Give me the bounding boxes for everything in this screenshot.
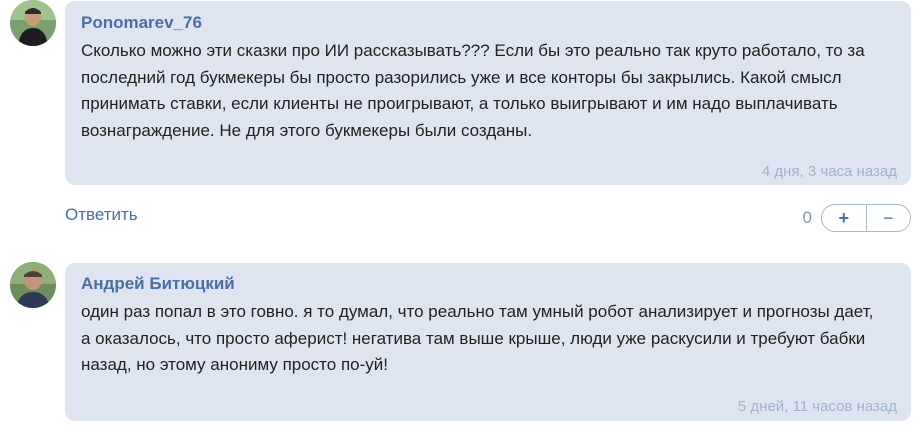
- downvote-button[interactable]: −: [867, 205, 911, 231]
- avatar[interactable]: [10, 262, 56, 308]
- comment-author[interactable]: Андрей Битюцкий: [81, 274, 235, 294]
- comment-text: Сколько можно эти сказки про ИИ рассказы…: [81, 38, 897, 144]
- comment-timestamp: 4 дня, 3 часа назад: [761, 163, 897, 180]
- comment-bubble: Андрей Битюцкий один раз попал в это гов…: [65, 263, 911, 421]
- comment-line: Сколько можно эти сказки про ИИ рассказы…: [81, 41, 865, 60]
- comment-line: а оказалось, что просто аферист! негатив…: [81, 328, 866, 348]
- comment-timestamp: 5 дней, 11 часов назад: [737, 398, 897, 415]
- comment-line: вознаграждение. Не для этого букмекеры б…: [81, 120, 533, 140]
- avatar[interactable]: [10, 0, 56, 46]
- comment-line: принимать ставки, если клиенты не проигр…: [81, 94, 838, 113]
- comment-line: один раз попал в это говно. я то думал, …: [81, 302, 874, 321]
- vote-controls: 0 + −: [803, 203, 911, 233]
- vote-box: + −: [821, 204, 911, 232]
- upvote-button[interactable]: +: [822, 205, 867, 231]
- comment-line: назад, но этому анониму просто по-уй!: [81, 355, 388, 374]
- vote-count: 0: [802, 208, 812, 227]
- user-photo-icon: [10, 262, 56, 308]
- comment-line: последний год букмекеры бы просто разори…: [81, 67, 842, 87]
- comment-bubble: Ponomarev_76 Сколько можно эти сказки пр…: [65, 1, 911, 185]
- comments-section: Ponomarev_76 Сколько можно эти сказки пр…: [0, 0, 919, 431]
- reply-button[interactable]: Ответить: [65, 205, 138, 225]
- comment-author[interactable]: Ponomarev_76: [81, 13, 202, 33]
- comment-text: один раз попал в это говно. я то думал, …: [81, 299, 897, 379]
- user-photo-icon: [10, 0, 56, 46]
